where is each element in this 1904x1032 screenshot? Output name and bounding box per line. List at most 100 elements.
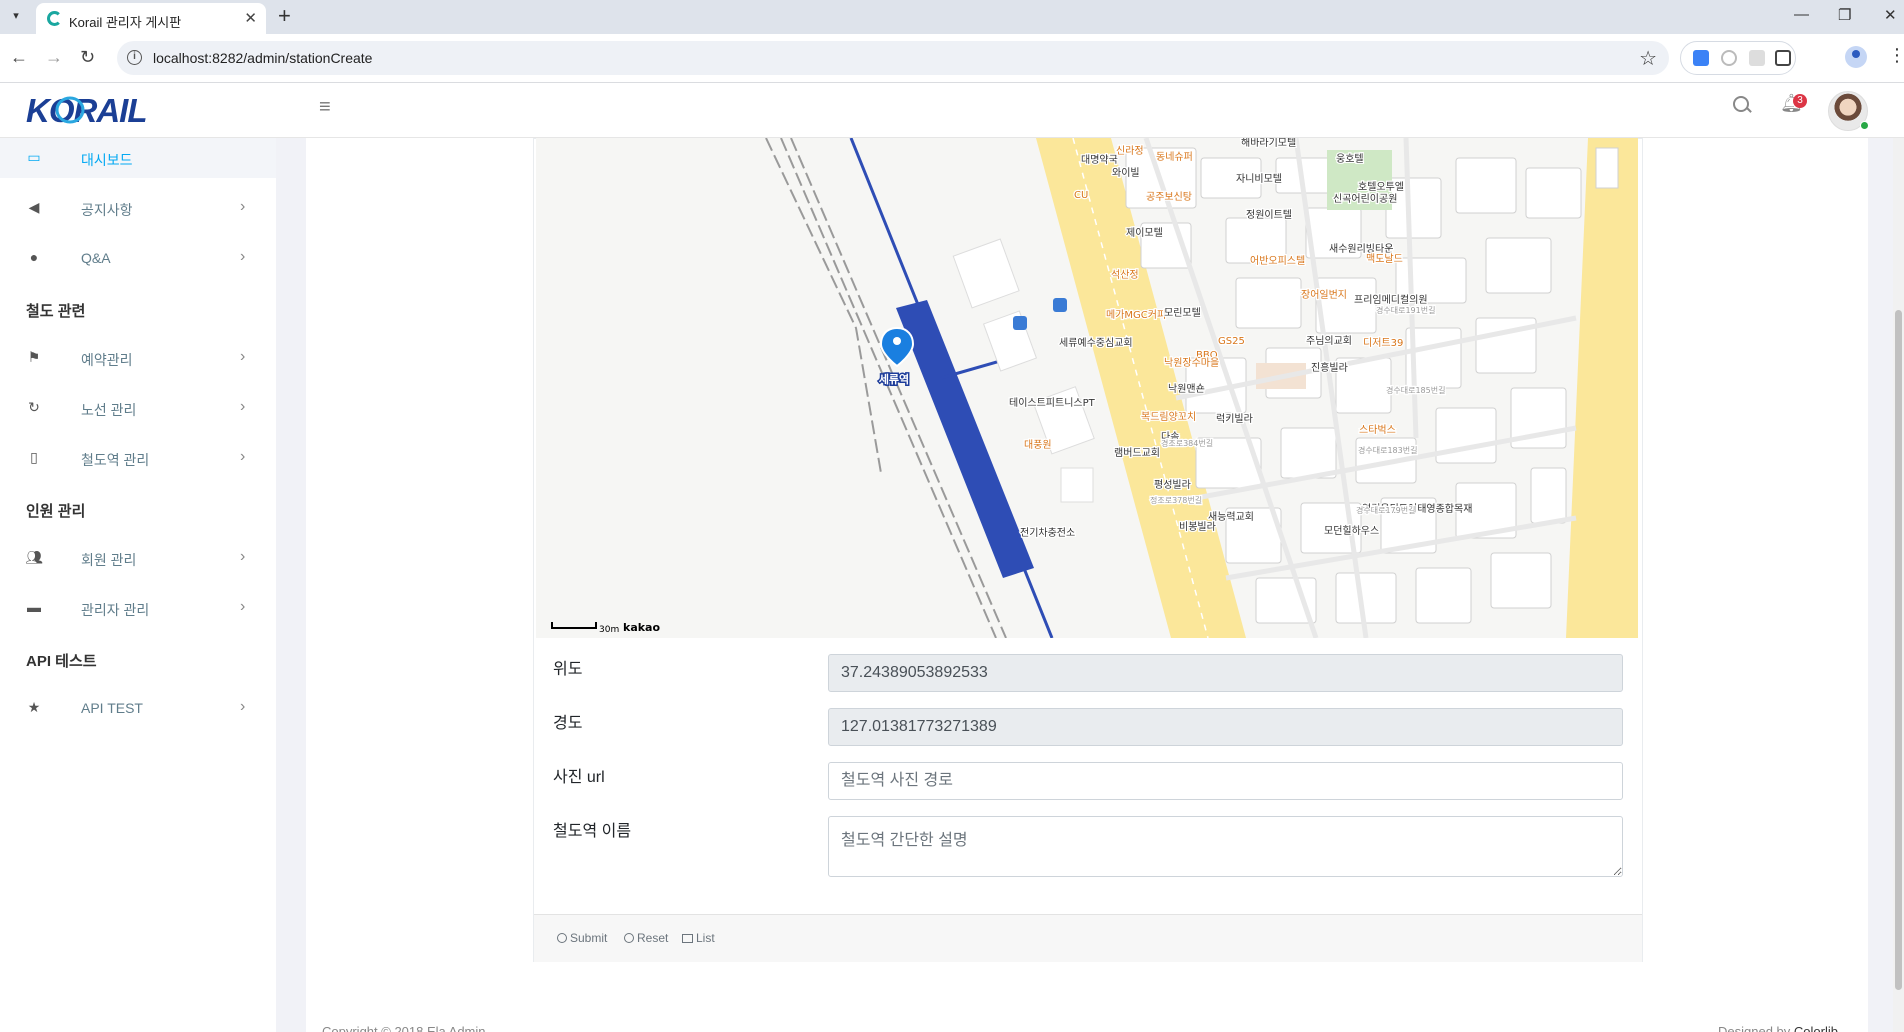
comments-icon: ● bbox=[29, 249, 39, 265]
map-place-label: 비봉빌라 bbox=[1179, 521, 1216, 533]
laptop-icon: ▭ bbox=[27, 149, 41, 165]
back-icon[interactable]: ← bbox=[10, 46, 28, 68]
kakao-map[interactable]: 30m kakao 세류역 대명약국 신라정 동네슈퍼 해바라기모텔 와이빌 자니비모텔 웅… bbox=[536, 138, 1638, 638]
online-status-dot bbox=[1860, 121, 1869, 130]
browser-menu-icon[interactable]: ⋮ bbox=[1888, 44, 1904, 66]
map-place-label: 세류예수중심교회 bbox=[1059, 337, 1133, 349]
chevron-right-icon: › bbox=[240, 348, 246, 365]
map-place-label: 테이스트피트니스PT bbox=[1009, 397, 1096, 409]
map-place-label: 경수대로185번길 bbox=[1386, 385, 1445, 395]
scrollbar-thumb[interactable] bbox=[1895, 310, 1902, 990]
new-tab-icon[interactable]: + bbox=[278, 4, 291, 28]
extension-download-icon[interactable] bbox=[1693, 50, 1709, 66]
svg-text:세류역: 세류역 bbox=[879, 372, 909, 386]
refresh-icon: ↻ bbox=[28, 399, 40, 415]
map-place-label: 평성빌라 bbox=[1154, 479, 1191, 491]
photo-url-input[interactable] bbox=[828, 762, 1623, 800]
sidebar-item-label: 노선 관리 bbox=[81, 402, 137, 418]
copyright-text: Copyright © 2018 Ela Admin bbox=[322, 1024, 486, 1032]
browser-tabbar: ▾ Korail 관리자 게시판 ✕ + — ❐ ✕ bbox=[0, 0, 1904, 34]
photo-url-label: 사진 url bbox=[553, 769, 605, 786]
map-place-label: 동네슈퍼 bbox=[1156, 151, 1193, 163]
sidebar-section-title: 철도 관련 bbox=[26, 303, 86, 320]
site-info-icon[interactable]: i bbox=[127, 50, 142, 65]
map-place-label: 맥도날드 bbox=[1366, 253, 1403, 265]
map-place-label: 제이모텔 bbox=[1126, 227, 1163, 239]
sidebar-section-title: API 테스트 bbox=[26, 653, 97, 670]
longitude-input[interactable] bbox=[828, 708, 1623, 746]
chevron-right-icon: › bbox=[240, 248, 246, 265]
map-place-label: 경수대로183번길 bbox=[1358, 445, 1417, 455]
sidebar-item-members[interactable]: 👥︎ 회원 관리 › bbox=[0, 538, 276, 578]
map-place-label: CU bbox=[1074, 190, 1088, 201]
map-place-label: 대풍원 bbox=[1024, 439, 1052, 451]
browser-tab[interactable]: Korail 관리자 게시판 ✕ bbox=[36, 3, 266, 34]
url-text[interactable]: localhost:8282/admin/stationCreate bbox=[153, 50, 372, 66]
svg-text:kakao: kakao bbox=[623, 621, 660, 634]
dot-circle-icon bbox=[557, 933, 567, 943]
forward-icon[interactable]: → bbox=[45, 46, 63, 68]
map-place-label: 석산정 bbox=[1111, 269, 1139, 281]
sidebar-item-route[interactable]: ↻ 노선 관리 › bbox=[0, 388, 276, 428]
window-close-icon[interactable]: ✕ bbox=[1884, 6, 1897, 24]
search-icon[interactable] bbox=[1733, 96, 1749, 112]
restore-icon[interactable]: ❐ bbox=[1838, 6, 1851, 24]
map-place-label: 메가MGC커피 bbox=[1106, 309, 1166, 321]
longitude-label: 경도 bbox=[553, 715, 583, 732]
sidebar-item-reservation[interactable]: ⚑ 예약관리 › bbox=[0, 338, 276, 378]
korail-logo[interactable]: KORAIL bbox=[26, 91, 172, 131]
reload-icon[interactable]: ↻ bbox=[80, 46, 95, 68]
star-icon: ★ bbox=[27, 699, 41, 715]
sidebar-item-admins[interactable]: ▬ 관리자 관리 › bbox=[0, 588, 276, 628]
favicon-icon bbox=[47, 11, 62, 26]
map-place-label: 주님의교회 bbox=[1306, 335, 1352, 347]
list-button[interactable]: List bbox=[682, 931, 715, 945]
latitude-label: 위도 bbox=[553, 661, 583, 678]
latitude-input[interactable] bbox=[828, 654, 1623, 692]
map-place-label: GS25 bbox=[1218, 336, 1245, 347]
designed-by-label: Designed by bbox=[1718, 1024, 1794, 1032]
sidebar-item-api-test[interactable]: ★ API TEST › bbox=[0, 688, 276, 728]
chevron-right-icon: › bbox=[240, 398, 246, 415]
map-place-label: 모린모텔 bbox=[1164, 307, 1201, 319]
map-place-label: 와이빌 bbox=[1112, 167, 1140, 179]
minimize-icon[interactable]: — bbox=[1794, 6, 1809, 23]
sidebar-item-label: 회원 관리 bbox=[81, 552, 137, 568]
extension-grey-icon[interactable] bbox=[1749, 50, 1765, 66]
svg-text:30m: 30m bbox=[599, 625, 619, 635]
omnibox[interactable]: i localhost:8282/admin/stationCreate ☆ bbox=[117, 41, 1669, 75]
designer-link[interactable]: Colorlib bbox=[1794, 1024, 1838, 1032]
chevron-right-icon: › bbox=[240, 598, 246, 615]
station-description-textarea[interactable] bbox=[828, 816, 1623, 877]
sidebar-item-station[interactable]: ▯ 철도역 관리 › bbox=[0, 438, 276, 478]
sidebar-item-dashboard[interactable]: ▭ 대시보드 bbox=[0, 138, 276, 178]
sidebar-section-title: 인원 관리 bbox=[26, 503, 86, 520]
map-place-label: 정원이트텔 bbox=[1246, 209, 1292, 221]
chevron-right-icon: › bbox=[240, 198, 246, 215]
map-place-label: 진흥빌라 bbox=[1311, 361, 1348, 374]
app-header: KORAIL ≡ 🔔︎ 3 bbox=[0, 83, 1904, 138]
profile-icon[interactable] bbox=[1845, 46, 1867, 68]
map-place-label: 모던힐하우스 bbox=[1324, 524, 1379, 537]
reset-button[interactable]: Reset bbox=[624, 931, 668, 945]
briefcase-icon: ▬ bbox=[27, 599, 41, 615]
tab-close-icon[interactable]: ✕ bbox=[244, 9, 257, 27]
extensions-puzzle-icon[interactable] bbox=[1775, 50, 1791, 66]
sidebar-item-notice[interactable]: ◀ 공지사항 › bbox=[0, 188, 276, 228]
map-place-label: 럭키빌라 bbox=[1216, 413, 1253, 425]
submit-button[interactable]: Submit bbox=[557, 931, 607, 945]
designed-by-text: Designed by Colorlib bbox=[1718, 1024, 1838, 1032]
address-bar: ← → ↻ i localhost:8282/admin/stationCrea… bbox=[0, 34, 1904, 83]
tab-list-chevron-icon[interactable]: ▾ bbox=[6, 6, 26, 26]
sidebar-item-qna[interactable]: ● Q&A › bbox=[0, 238, 276, 278]
extension-circle-icon[interactable] bbox=[1721, 50, 1737, 66]
bookmark-star-icon[interactable]: ☆ bbox=[1639, 46, 1657, 71]
map-place-label: 장어일번지 bbox=[1301, 289, 1347, 301]
menu-toggle-icon[interactable]: ≡ bbox=[319, 96, 331, 119]
submit-label: Submit bbox=[570, 931, 608, 945]
card-footer: Submit Reset List bbox=[534, 914, 1642, 962]
list-icon bbox=[682, 934, 693, 943]
map-place-label: 낙원장수마을 bbox=[1164, 357, 1219, 369]
building-icon: ▯ bbox=[30, 449, 38, 465]
map-place-label: 램버드교회 bbox=[1114, 447, 1160, 459]
